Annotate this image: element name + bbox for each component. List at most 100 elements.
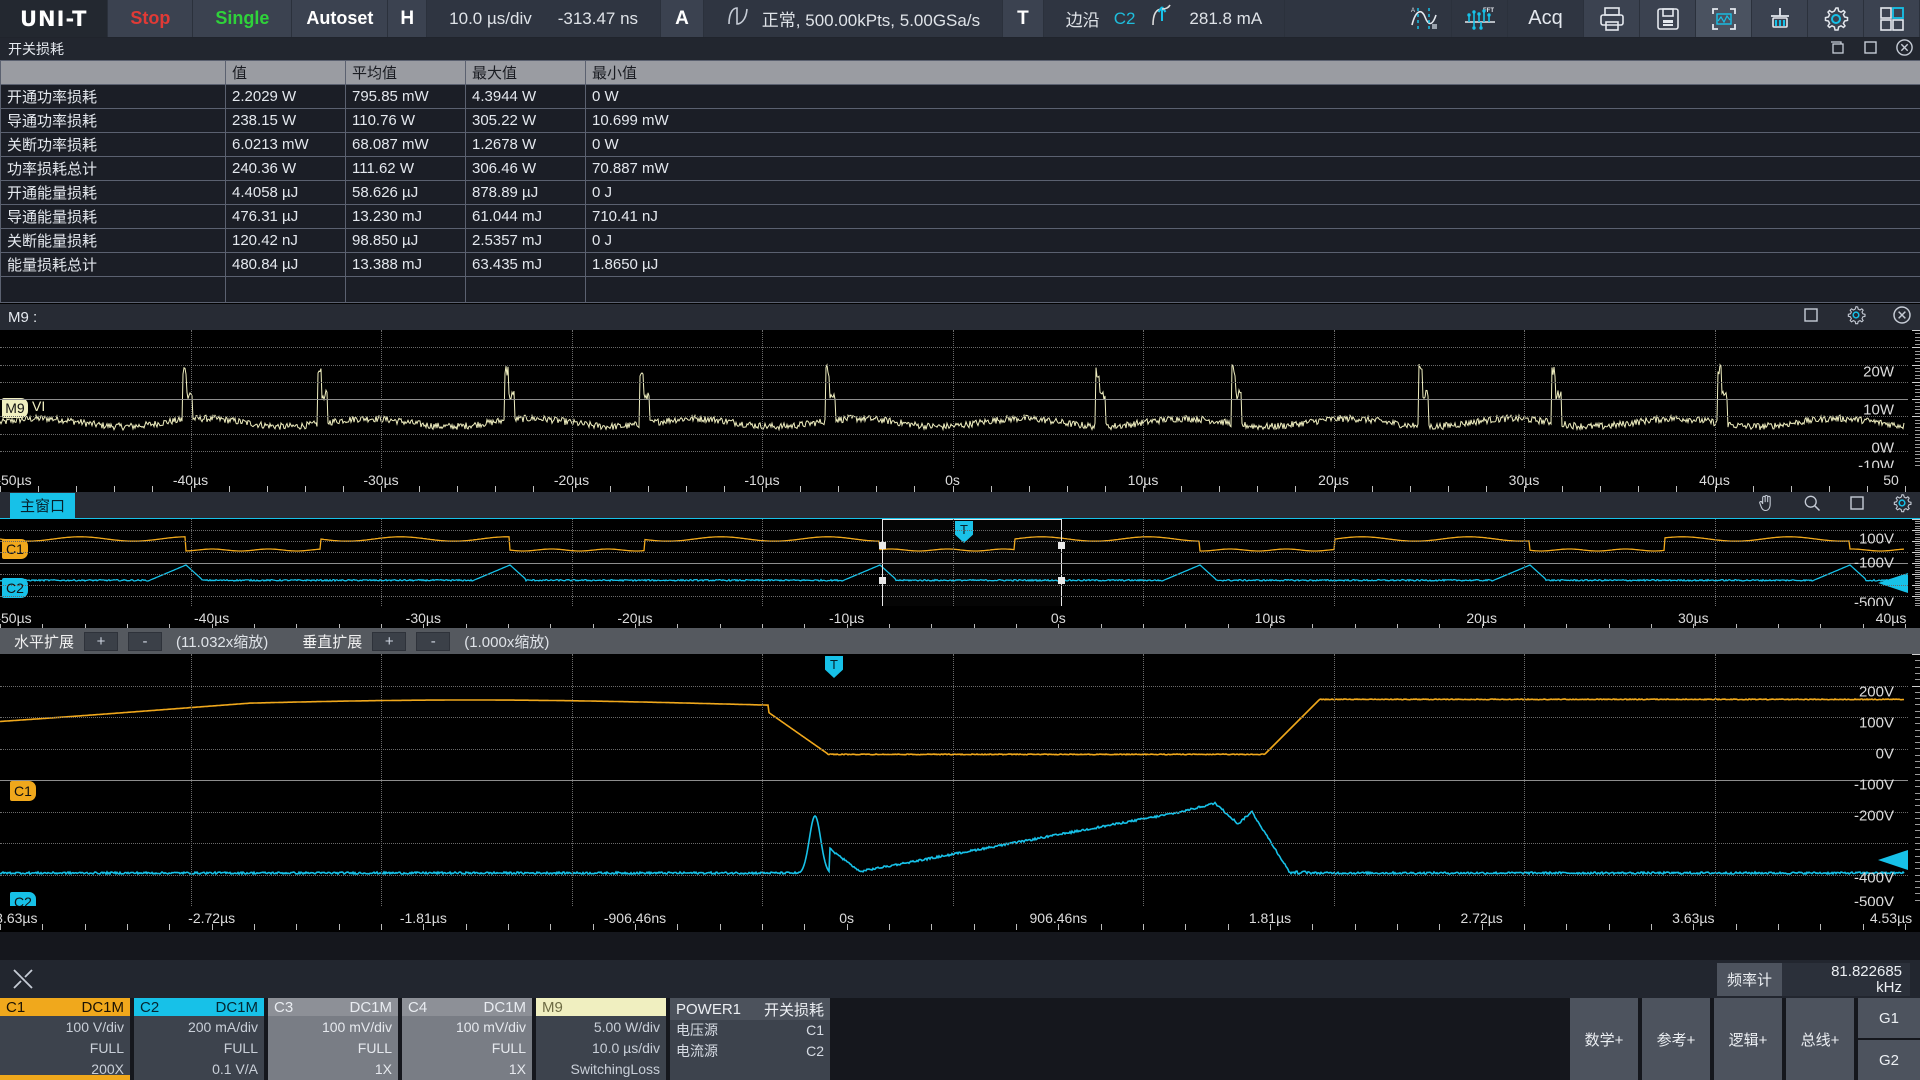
channel-c4-coupling: DC1M — [483, 999, 526, 1016]
close-icon[interactable] — [1892, 305, 1912, 329]
measurement-title: 开关损耗 — [8, 39, 64, 59]
zoom-channel-tag-c1[interactable]: C1 — [10, 781, 36, 801]
print-icon[interactable] — [1584, 0, 1640, 37]
voltage-tick-label: -200V — [1854, 808, 1894, 825]
table-row[interactable]: 开通功率损耗 2.2029 W 795.85 mW 4.3944 W 0 W — [1, 85, 1920, 109]
math-window-header: M9 : — [0, 304, 1920, 330]
fft-icon[interactable]: FFT — [1452, 0, 1508, 37]
measure-cursor-icon[interactable]: A — [1396, 0, 1452, 37]
generator-g1-button[interactable]: G1 — [1858, 998, 1920, 1038]
measurement-header-icons — [1829, 38, 1914, 60]
ultra-acq-icon[interactable]: Ultra Acq — [1508, 0, 1584, 37]
math-channel-tag[interactable]: M9 — [2, 398, 28, 418]
row-avg: 795.85 mW — [346, 85, 466, 109]
horizontal-expand-minus-button[interactable]: - — [128, 632, 162, 651]
channel-card-c3[interactable]: C3 DC1M 100 mV/div FULL 1X — [268, 998, 398, 1080]
probe-compensation-icon[interactable] — [0, 960, 46, 998]
hand-icon[interactable] — [1756, 493, 1776, 517]
main-window-title: 主窗口 — [10, 493, 75, 518]
main-channel-tag-c2[interactable]: C2 — [2, 578, 28, 598]
maximize-icon[interactable] — [1802, 306, 1820, 328]
zoom-handle-right-bottom[interactable] — [1058, 577, 1065, 584]
ultra-acq-superscript: Ultra — [1544, 0, 1565, 1]
row-value: 240.36 W — [226, 157, 346, 181]
table-row[interactable]: 关断能量损耗 120.42 nJ 98.850 µJ 2.5357 mJ 0 J — [1, 229, 1920, 253]
channel-c2-probe: 0.1 V/A — [140, 1059, 258, 1080]
add-reference-button[interactable]: 参考+ — [1642, 998, 1710, 1080]
main-channel-tag-c1[interactable]: C1 — [2, 539, 28, 559]
acquisition-text: 正常, 500.00kPts, 5.00GSa/s — [762, 6, 980, 31]
math-waveform-grid[interactable]: M9 VI 20W10W0W-10W — [0, 330, 1920, 468]
trigger-menu-button[interactable]: T — [1003, 0, 1044, 37]
zoom-handle-left[interactable] — [879, 542, 886, 549]
vertical-expand-plus-button[interactable]: + — [372, 632, 406, 651]
row-value: 480.84 µJ — [226, 253, 346, 277]
acquisition-readout[interactable]: 正常, 500.00kPts, 5.00GSa/s — [704, 0, 1003, 37]
trigger-readout[interactable]: 边沿 C2 281.8 mA — [1044, 0, 1286, 37]
trigger-source: C2 — [1114, 9, 1136, 29]
add-logic-button[interactable]: 逻辑+ — [1714, 998, 1782, 1080]
settings-icon[interactable] — [1808, 0, 1864, 37]
timebase-readout[interactable]: 10.0 µs/div -313.47 ns — [427, 0, 661, 37]
zoom-waveform-grid[interactable]: T 200V100V0V-100V-200V-400V-500VC1C2 — [0, 654, 1920, 906]
vertical-expand-label: 垂直扩展 — [302, 631, 362, 652]
zoom-handle-left-bottom[interactable] — [879, 577, 886, 584]
horizontal-zoom-factor: (11.032x缩放) — [176, 631, 268, 652]
magnifier-icon[interactable] — [1802, 493, 1822, 517]
horizontal-menu-button[interactable]: H — [388, 0, 427, 37]
channel-card-c2[interactable]: C2 DC1M 200 mA/div FULL 0.1 V/A — [134, 998, 264, 1080]
row-name: 开通能量损耗 — [1, 181, 226, 205]
add-math-button[interactable]: 数学+ — [1570, 998, 1638, 1080]
channel-card-c1[interactable]: C1 DC1M 100 V/div FULL 200X — [0, 998, 130, 1080]
row-max: 1.2678 W — [466, 133, 586, 157]
power-voltage-source-label: 电压源 — [676, 1020, 718, 1041]
settings-icon[interactable] — [1846, 305, 1866, 329]
row-name: 导通功率损耗 — [1, 109, 226, 133]
brand-logo: UNI-T — [0, 0, 108, 37]
settings-icon[interactable] — [1892, 493, 1912, 517]
table-row[interactable]: 导通能量损耗 476.31 µJ 13.230 mJ 61.044 mJ 710… — [1, 205, 1920, 229]
autoset-button[interactable]: Autoset — [292, 0, 388, 37]
maximize-icon[interactable] — [1862, 39, 1879, 59]
frequency-counter[interactable]: 频率计 81.822685 kHz — [1717, 963, 1910, 996]
channel-c2-id: C2 — [140, 999, 159, 1016]
table-row[interactable]: 功率损耗总计 240.36 W 111.62 W 306.46 W 70.887… — [1, 157, 1920, 181]
row-min: 0 J — [586, 229, 1920, 253]
channel-card-m9[interactable]: M9 5.00 W/div 10.0 µs/div SwitchingLoss — [536, 998, 666, 1080]
close-icon[interactable] — [1895, 38, 1914, 60]
channel-c2-bandwidth: FULL — [140, 1038, 258, 1059]
table-row[interactable]: 关断功率损耗 6.0213 mW 68.087 mW 1.2678 W 0 W — [1, 133, 1920, 157]
table-row[interactable]: 导通功率损耗 238.15 W 110.76 W 305.22 W 10.699… — [1, 109, 1920, 133]
maximize-icon[interactable] — [1848, 494, 1866, 516]
generator-buttons: G1 G2 — [1858, 998, 1920, 1080]
row-min: 0 W — [586, 85, 1920, 109]
screenshot-icon[interactable] — [1696, 0, 1752, 37]
trigger-type: 边沿 — [1066, 6, 1100, 31]
toolbar-spacer — [1285, 0, 1396, 37]
power-analysis-card[interactable]: POWER1 开关损耗 电压源 C1 电流源 C2 — [670, 998, 830, 1080]
save-icon[interactable] — [1640, 0, 1696, 37]
table-row[interactable]: 开通能量损耗 4.4058 µJ 58.626 µJ 878.89 µJ 0 J — [1, 181, 1920, 205]
add-bus-button[interactable]: 总线+ — [1786, 998, 1854, 1080]
restore-icon[interactable] — [1829, 39, 1846, 59]
channel-c1-scale: 100 V/div — [6, 1017, 124, 1038]
acquire-menu-button[interactable]: A — [661, 0, 704, 37]
table-row[interactable]: 能量损耗总计 480.84 µJ 13.388 mJ 63.435 mJ 1.8… — [1, 253, 1920, 277]
channel-m9-scale: 5.00 W/div — [542, 1017, 660, 1038]
svg-text:A: A — [1411, 8, 1415, 14]
channel-card-c4[interactable]: C4 DC1M 100 mV/div FULL 1X — [402, 998, 532, 1080]
power-card-subtitle: 开关损耗 — [764, 999, 824, 1020]
single-button[interactable]: Single — [193, 0, 292, 37]
col-header-value: 值 — [226, 61, 346, 85]
generator-g2-button[interactable]: G2 — [1858, 1040, 1920, 1080]
zoom-channel-tag-c2[interactable]: C2 — [10, 892, 36, 906]
zoom-handle-right[interactable] — [1058, 542, 1065, 549]
stop-button[interactable]: Stop — [108, 0, 193, 37]
horizontal-expand-plus-button[interactable]: + — [84, 632, 118, 651]
row-avg: 58.626 µJ — [346, 181, 466, 205]
vertical-expand-minus-button[interactable]: - — [416, 632, 450, 651]
clear-icon[interactable] — [1752, 0, 1808, 37]
zoom-controls: 水平扩展 + - (11.032x缩放) 垂直扩展 + - (1.000x缩放) — [0, 628, 1920, 654]
main-waveform-grid[interactable]: C1 C2 T 100V-100V-500V — [0, 518, 1920, 606]
layout-icon[interactable] — [1864, 0, 1920, 37]
